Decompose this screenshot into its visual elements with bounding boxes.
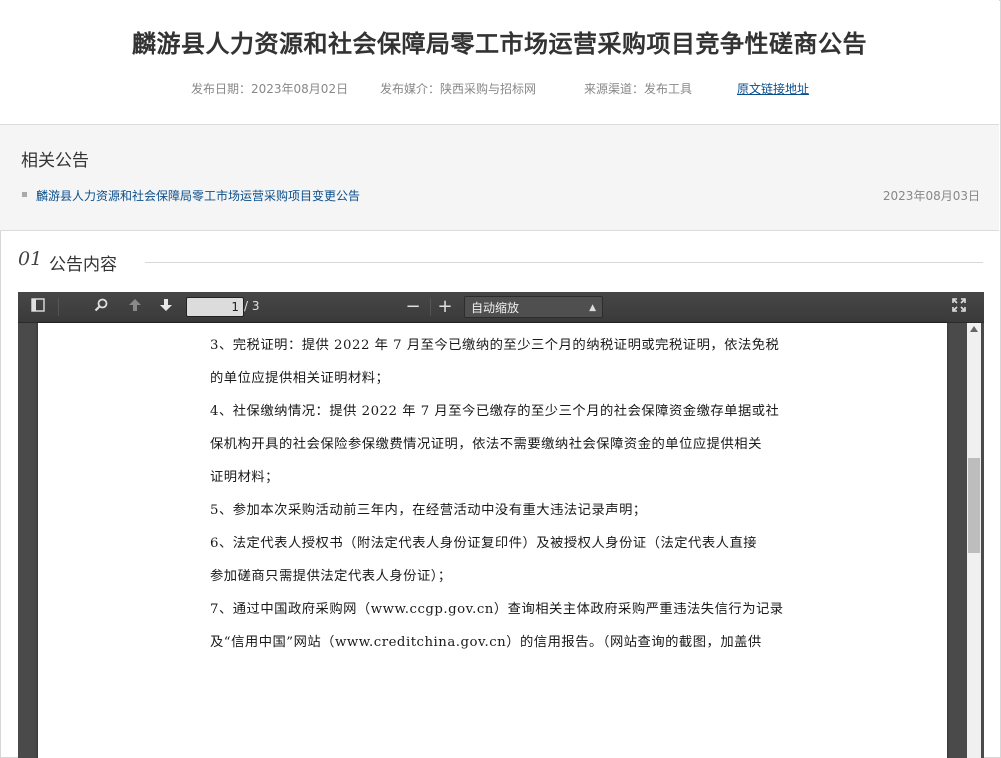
document-line: 4、社保缴纳情况：提供 2022 年 7 月至今已缴存的至少三个月的社会保障资金…	[210, 404, 780, 419]
related-announcement-date: 2023年08月03日	[882, 189, 980, 203]
next-page-icon[interactable]	[153, 296, 179, 318]
section-number: 01	[18, 248, 43, 270]
section-divider	[145, 262, 983, 263]
publish-date: 发布日期：2023年08月02日	[191, 82, 349, 96]
source-channel: 来源渠道：发布工具	[584, 82, 693, 96]
pdf-viewer: 1 / 3 − + 自动缩放 ▲ 3、完税证明：提供 2022 年 7 月至今已…	[18, 292, 984, 758]
document-line: 6、法定代表人授权书（附法定代表人身份证复印件）及被授权人身份证（法定代表人直接	[210, 536, 758, 551]
original-link[interactable]: 原文链接地址	[737, 80, 809, 97]
related-announcement-link[interactable]: 麟游县人力资源和社会保障局零工市场运营采购项目变更公告	[36, 187, 360, 204]
list-item: 麟游县人力资源和社会保障局零工市场运营采购项目变更公告 2023年08月03日	[22, 187, 980, 205]
sidebar-toggle-icon[interactable]	[25, 296, 51, 318]
scrollbar-thumb[interactable]	[968, 458, 980, 553]
document-line: 的单位应提供相关证明材料；	[210, 371, 390, 386]
page-number-input[interactable]: 1	[186, 297, 244, 317]
scroll-up-icon[interactable]	[970, 326, 978, 332]
zoom-in-icon[interactable]: +	[432, 296, 458, 318]
toolbar-divider	[58, 298, 59, 316]
bullet-icon	[22, 192, 27, 197]
zoom-value: 自动缩放	[471, 301, 520, 315]
page-title: 麟游县人力资源和社会保障局零工市场运营采购项目竞争性磋商公告	[132, 30, 867, 58]
related-heading: 相关公告	[21, 151, 89, 171]
document-line: 7、通过中国政府采购网（www.ccgp.gov.cn）查询相关主体政府采购严重…	[210, 602, 784, 617]
pdf-scrollbar[interactable]	[967, 323, 981, 758]
prev-page-icon[interactable]	[122, 296, 148, 318]
document-line: 参加磋商只需提供法定代表人身份证）；	[210, 569, 452, 584]
chevron-updown-icon: ▲	[589, 303, 596, 313]
related-announcements: 相关公告 麟游县人力资源和社会保障局零工市场运营采购项目变更公告 2023年08…	[0, 125, 999, 231]
pdf-page: 3、完税证明：提供 2022 年 7 月至今已缴纳的至少三个月的纳税证明或完税证…	[38, 323, 947, 758]
document-line: 保机构开具的社会保险参保缴费情况证明，依法不需要缴纳社会保障资金的单位应提供相关	[210, 437, 762, 452]
fullscreen-icon[interactable]	[946, 296, 972, 318]
search-icon[interactable]	[88, 296, 114, 318]
pdf-toolbar: 1 / 3 − + 自动缩放 ▲	[18, 292, 984, 323]
section-heading: 01 公告内容	[18, 248, 984, 276]
zoom-select[interactable]: 自动缩放 ▲	[464, 296, 603, 318]
document-line: 证明材料；	[210, 470, 279, 485]
section-title: 公告内容	[49, 255, 117, 275]
publish-media: 发布媒介：陕西采购与招标网	[380, 82, 537, 96]
document-line: 3、完税证明：提供 2022 年 7 月至今已缴纳的至少三个月的纳税证明或完税证…	[210, 338, 780, 353]
page-total: / 3	[244, 299, 260, 313]
document-line: 5、参加本次采购活动前三年内，在经营活动中没有重大违法记录声明；	[210, 503, 647, 518]
document-line: 及“信用中国”网站（www.creditchina.gov.cn）的信用报告。（…	[210, 635, 762, 650]
zoom-out-icon[interactable]: −	[400, 296, 426, 318]
toolbar-divider	[430, 298, 431, 316]
announcement-header: 麟游县人力资源和社会保障局零工市场运营采购项目竞争性磋商公告 发布日期：2023…	[0, 0, 999, 125]
